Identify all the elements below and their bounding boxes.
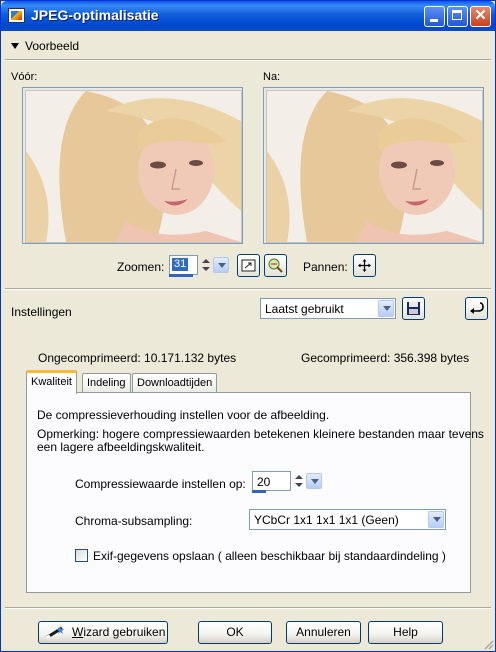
compression-input[interactable]: 20 [252,471,291,491]
title-bar[interactable]: JPEG-optimalisatie ✕ [1,1,495,31]
compression-label: Compressiewaarde instellen op: [75,477,246,491]
zoom-label: Zoomen: [117,260,165,274]
reset-preset-icon[interactable] [465,297,488,320]
wizard-accel: W [72,625,84,639]
quality-tab-panel: De compressieverhouding instellen voor d… [26,392,484,593]
spin-arrows-icon[interactable] [199,256,213,275]
resize-grip-icon[interactable] [482,638,494,650]
dropdown-arrow-icon[interactable] [428,511,444,528]
wizard-icon [45,626,64,640]
before-preview-image [25,90,242,243]
uncompressed-size: Ongecomprimeerd: 10.171.132 bytes [38,351,237,365]
wizard-button[interactable]: Wizard gebruiken [38,621,168,644]
close-icon[interactable]: ✕ [470,6,491,27]
dialog-window: JPEG-optimalisatie ✕ Voorbeeld Vóór: Na: [0,0,496,652]
chroma-select[interactable]: YCbCr 1x1 1x1 1x1 (Geen) [249,509,446,530]
compression-dropdown-arrow-icon[interactable] [306,473,322,489]
tab-label: Indeling [87,377,126,389]
save-preset-icon[interactable] [402,297,425,320]
app-icon [8,8,25,23]
minimize-icon[interactable] [424,6,445,27]
preview-section-label: Voorbeeld [25,39,80,53]
maximize-icon[interactable] [447,6,468,27]
compression-slider-fill[interactable] [252,490,266,493]
preset-value: Laatst gebruikt [265,302,344,316]
exif-label[interactable]: Exif-gegevens opslaan ( alleen beschikba… [93,549,446,563]
zoom-slider-fill[interactable] [169,274,193,277]
tab-indeling[interactable]: Indeling [82,373,131,393]
portrait-image [267,91,482,242]
after-label: Na: [263,71,281,83]
preview-section-toggle[interactable]: Voorbeeld [11,39,79,53]
compression-note-line1: Opmerking: hogere compressiewaarden bete… [37,427,484,441]
zoom-value: 31 [172,258,189,271]
after-preview[interactable] [263,87,484,244]
window-title: JPEG-optimalisatie [31,7,159,23]
compressed-size: Gecomprimeerd: 356.398 bytes [301,351,470,365]
chroma-label: Chroma-subsampling: [75,514,193,528]
tab-label: Kwaliteit [31,376,72,388]
compression-value: 20 [257,475,271,489]
collapse-triangle-icon [11,43,19,49]
settings-label: Instellingen [11,305,72,319]
preset-select[interactable]: Laatst gebruikt [260,298,396,319]
dropdown-arrow-icon[interactable] [378,300,394,317]
cancel-button[interactable]: Annuleren [286,621,361,644]
pan-label: Pannen: [303,260,348,274]
chroma-value: YCbCr 1x1 1x1 1x1 (Geen) [254,513,399,527]
compression-note-line2: een lagere afbeeldingskwaliteit. [37,440,205,454]
divider [5,59,491,61]
reset-zoom-icon[interactable] [264,254,287,277]
before-label: Vóór: [11,71,38,83]
wizard-label: izard gebruiken [83,625,166,639]
divider [5,288,491,290]
pan-cross-icon[interactable] [353,254,376,277]
compression-description: De compressieverhouding instellen voor d… [37,408,330,422]
tab-downloadtijden[interactable]: Downloadtijden [132,373,218,393]
ok-button[interactable]: OK [198,621,272,644]
help-button[interactable]: Help [368,621,443,644]
before-preview[interactable] [22,87,243,244]
portrait-image [26,91,241,242]
tab-label: Downloadtijden [137,377,213,389]
after-preview-image [266,90,483,243]
spin-arrows-icon[interactable] [292,472,306,491]
divider [5,607,491,609]
exif-checkbox[interactable] [75,549,88,562]
tab-kwaliteit[interactable]: Kwaliteit [26,370,77,394]
zoom-input[interactable]: 31 [169,255,198,275]
fit-window-icon[interactable] [237,254,260,277]
zoom-dropdown-arrow-icon[interactable] [213,257,229,273]
